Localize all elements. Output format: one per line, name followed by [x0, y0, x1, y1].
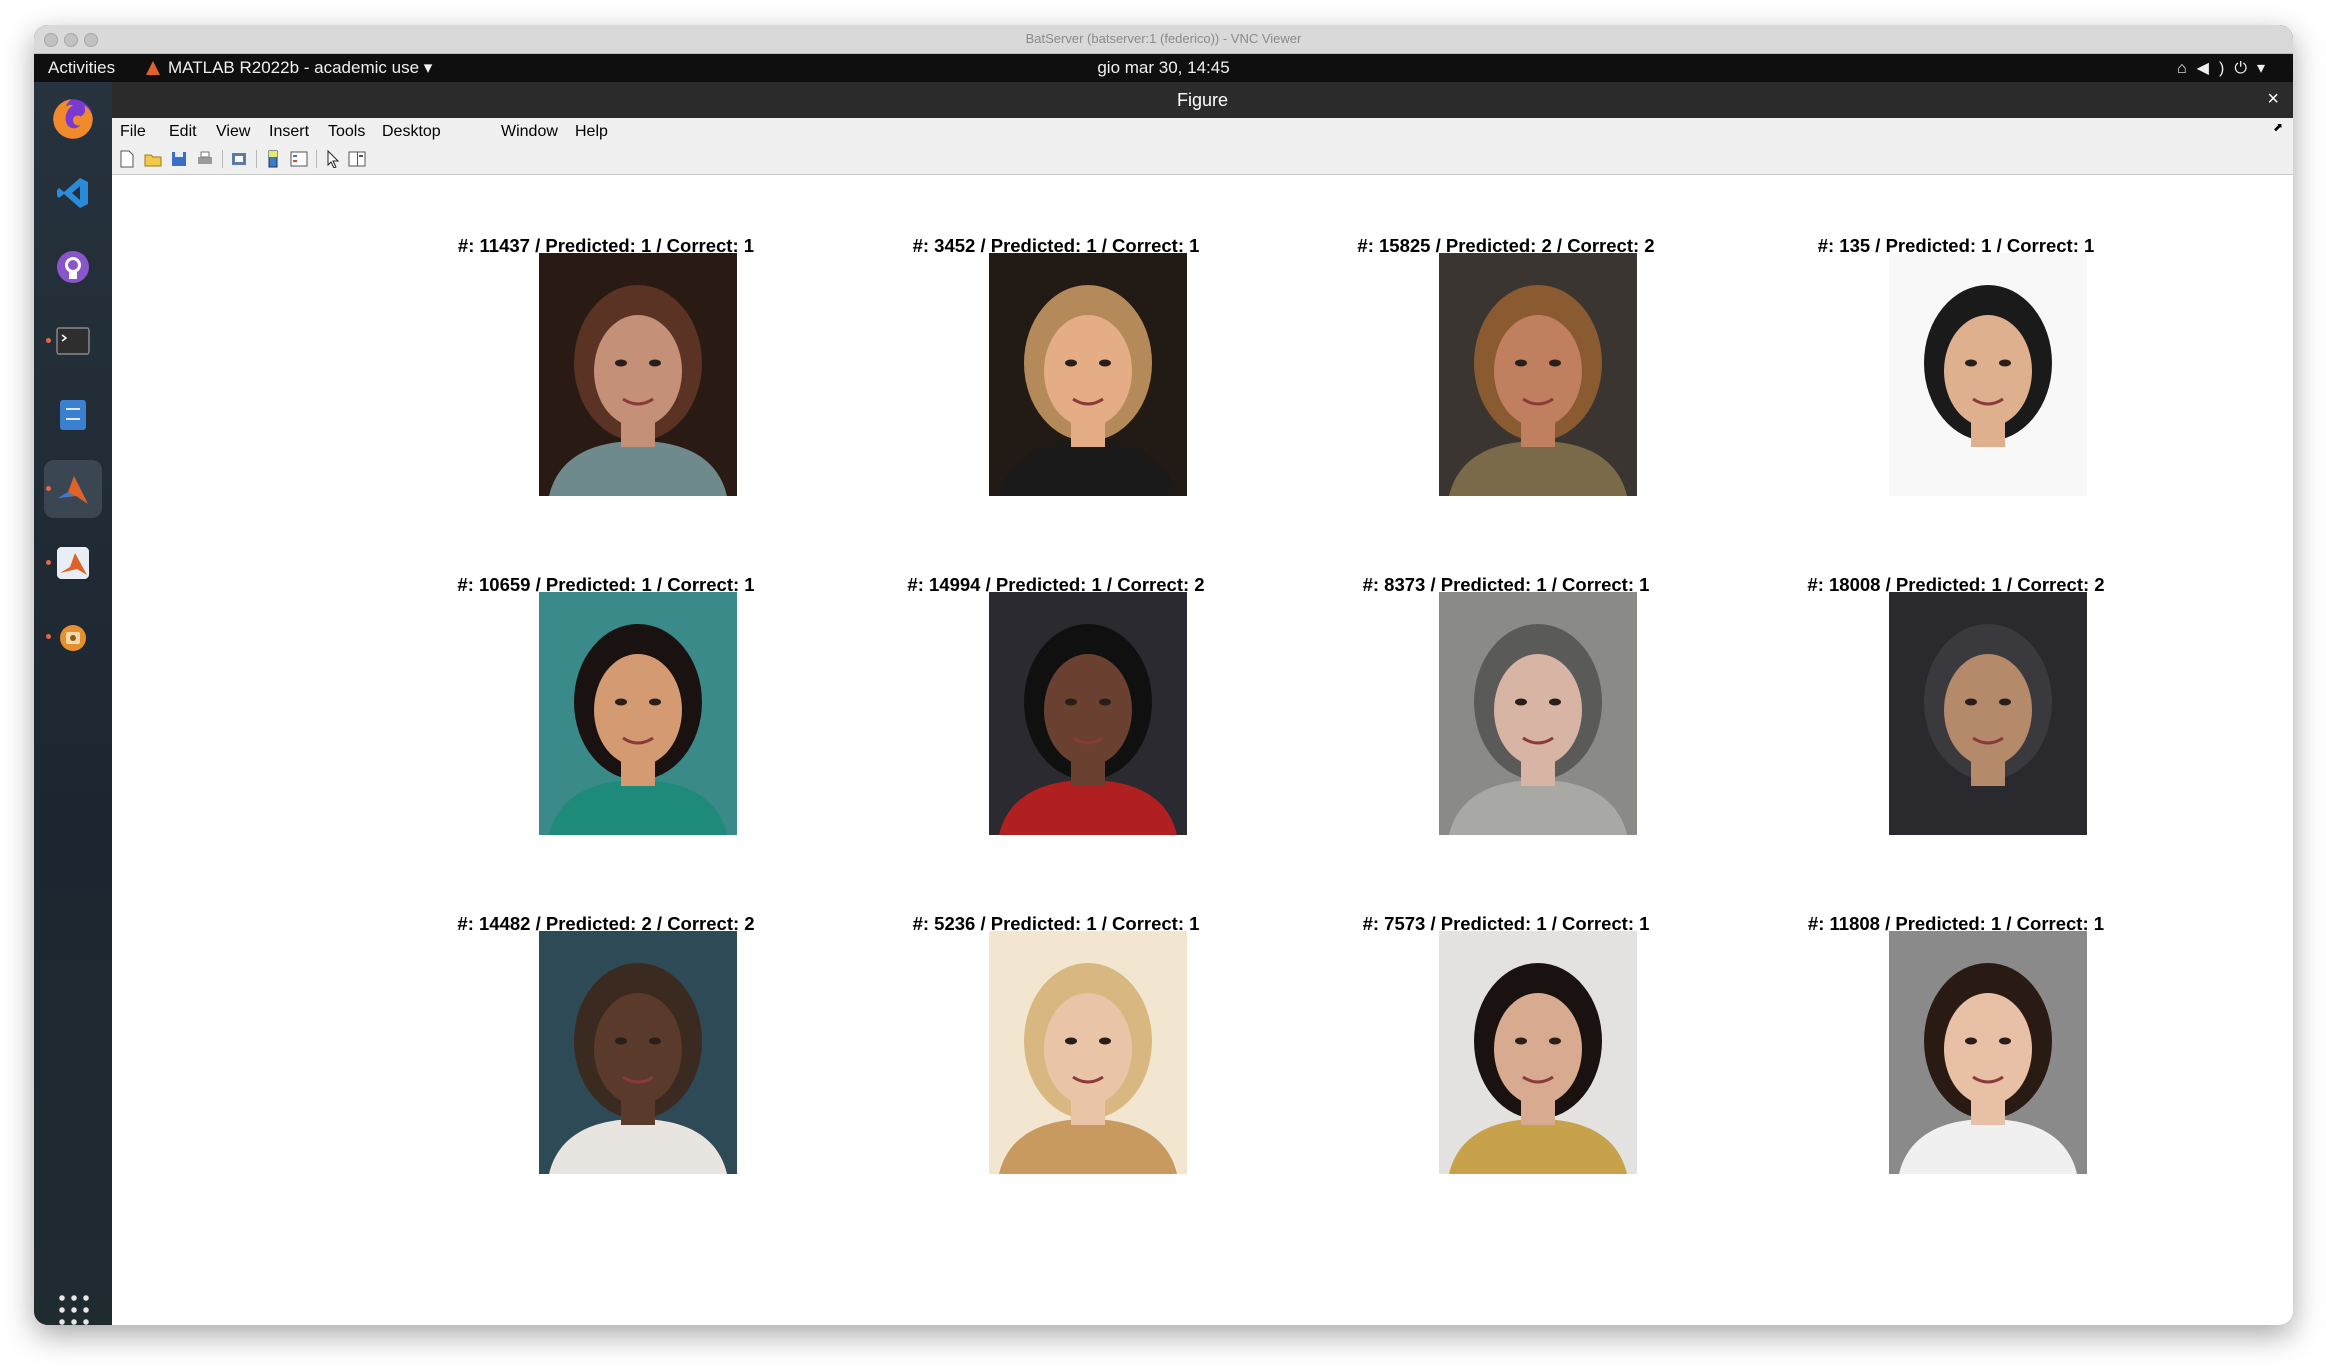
github-icon: [57, 251, 89, 283]
face-image: [989, 253, 1187, 496]
running-indicator: [46, 338, 51, 343]
menu-file[interactable]: File: [120, 123, 146, 141]
files-icon: [60, 400, 86, 430]
figure-menubar: File Edit View Insert Tools Desktop Wind…: [112, 118, 2293, 144]
dock-figure-icon[interactable]: ⬈: [2273, 120, 2283, 134]
face-image: [1889, 253, 2087, 496]
dock-terminal[interactable]: [44, 312, 102, 370]
face-image: [539, 253, 737, 496]
gnome-top-bar: Activities MATLAB R2022b - academic use …: [34, 54, 2293, 82]
vnc-titlebar: BatServer (batserver:1 (federico)) - VNC…: [34, 25, 2293, 54]
show-applications-icon[interactable]: [56, 1292, 92, 1325]
toolbar-separator: [256, 150, 257, 168]
menu-edit[interactable]: Edit: [169, 123, 197, 141]
figure-canvas[interactable]: #: 11437 / Predicted: 1 / Correct: 1 #: 3…: [112, 175, 2293, 1325]
print-icon[interactable]: [196, 150, 214, 168]
running-indicator: [46, 560, 51, 565]
dock: [34, 82, 112, 1325]
power-icon: ⏻: [2234, 60, 2257, 77]
clock[interactable]: gio mar 30, 14:45: [34, 58, 2293, 78]
system-tray[interactable]: ⌂◀)⏻▾: [2177, 58, 2275, 78]
face-image: [1889, 592, 2087, 835]
face-image: [1439, 592, 1637, 835]
menu-help[interactable]: Help: [575, 123, 608, 141]
face-image: [989, 931, 1187, 1174]
terminal-icon: [56, 327, 90, 355]
vscode-icon: [57, 178, 88, 208]
running-indicator: [46, 486, 51, 491]
pointer-icon[interactable]: [324, 150, 342, 168]
insert-legend-icon[interactable]: [290, 150, 308, 168]
chevron-down-icon: ▾: [2256, 60, 2275, 77]
open-icon[interactable]: [144, 150, 162, 168]
menu-window[interactable]: Window: [501, 123, 558, 141]
vnc-window-title: BatServer (batserver:1 (federico)) - VNC…: [1025, 31, 1302, 46]
volume-icon: ◀): [2196, 60, 2235, 77]
matlab-installer-icon: [57, 547, 89, 579]
menu-view[interactable]: View: [216, 123, 250, 141]
menu-tools[interactable]: Tools: [328, 123, 365, 141]
face-image: [539, 592, 737, 835]
dock-firefox[interactable]: [44, 90, 102, 148]
matlab-figure-window: Figure × File Edit View Insert Tools Des…: [112, 82, 2293, 1325]
property-editor-icon[interactable]: [348, 150, 366, 168]
menu-insert[interactable]: Insert: [269, 123, 309, 141]
figure-titlebar: Figure ×: [112, 82, 2293, 118]
new-figure-icon[interactable]: [118, 150, 136, 168]
dock-github-desktop[interactable]: [44, 238, 102, 296]
figure-close-button[interactable]: ×: [2267, 88, 2279, 111]
menu-desktop[interactable]: Desktop: [382, 123, 441, 141]
figure-title: Figure: [1176, 90, 1229, 110]
toolbar-separator: [316, 150, 317, 168]
face-image: [1889, 931, 2087, 1174]
print-preview-icon[interactable]: [230, 150, 248, 168]
insert-colorbar-icon[interactable]: [264, 150, 282, 168]
save-icon[interactable]: [170, 150, 188, 168]
dock-files[interactable]: [44, 386, 102, 444]
face-image: [539, 931, 737, 1174]
firefox-icon: [53, 99, 93, 139]
face-image: [989, 592, 1187, 835]
vnc-viewer-window: BatServer (batserver:1 (federico)) - VNC…: [34, 25, 2293, 1325]
figure-toolbar: [112, 144, 2293, 175]
running-indicator: [46, 634, 51, 639]
face-image: [1439, 253, 1637, 496]
network-icon: ⌂: [2177, 60, 2197, 77]
matlab-icon: [58, 476, 88, 504]
toolbar-separator: [222, 150, 223, 168]
dock-matlab[interactable]: [44, 460, 102, 518]
face-image: [1439, 931, 1637, 1174]
dock-vscode[interactable]: [44, 164, 102, 222]
dock-matlab-installer[interactable]: [44, 534, 102, 592]
dock-software-updater[interactable]: [44, 608, 102, 666]
software-updater-icon: [60, 625, 86, 651]
